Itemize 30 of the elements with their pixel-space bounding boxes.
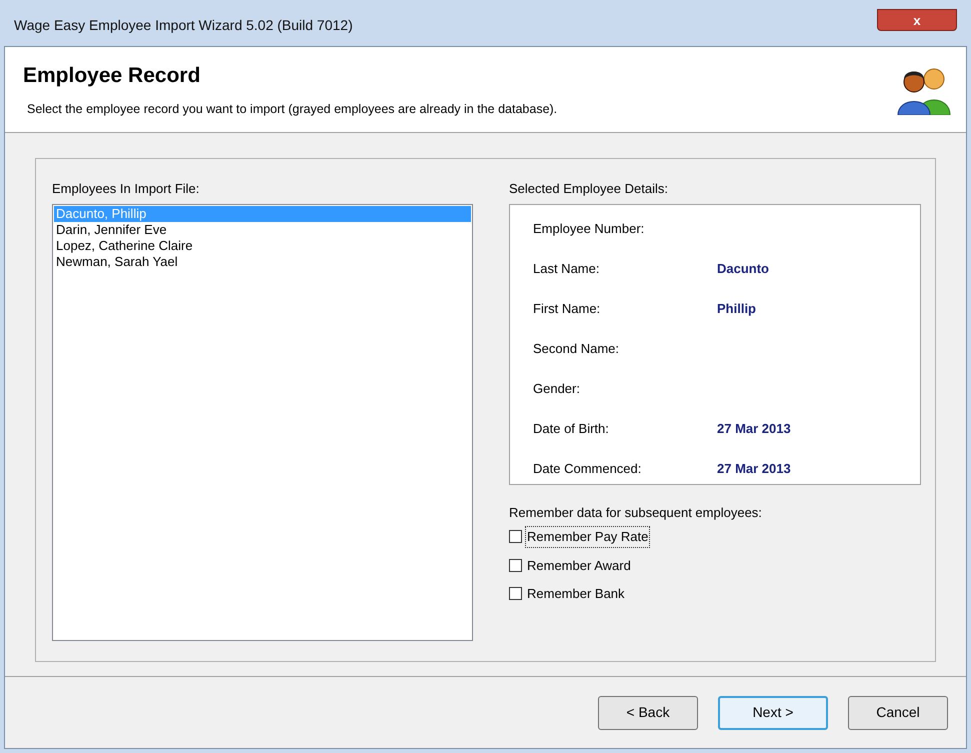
- field-label: Date of Birth:: [533, 420, 610, 438]
- page-title: Employee Record: [23, 63, 202, 90]
- field-label: Employee Number:: [533, 220, 646, 238]
- checkbox[interactable]: [509, 587, 522, 600]
- dialog-button[interactable]: < Back: [598, 696, 698, 730]
- field-value: Dacunto: [717, 260, 769, 278]
- field-value: 27 Mar 2013: [717, 460, 791, 478]
- field-label: Last Name:: [533, 260, 600, 278]
- checkbox[interactable]: [509, 558, 522, 572]
- window-title: Wage Easy Employee Import Wizard 5.02 (Build 7012): [14, 16, 353, 35]
- close-button[interactable]: x: [877, 9, 957, 31]
- field-value: 27 Mar 2013: [717, 420, 791, 438]
- checkbox[interactable]: [509, 530, 522, 544]
- employee-item[interactable]: Darin, Jennifer Eve: [54, 222, 471, 238]
- checkbox-label: Remember Pay Rate: [525, 526, 650, 548]
- field-label: Date Commenced:: [533, 460, 642, 478]
- page-subtitle: Select the employee record you want to import (grayed employees are already in the database).: [26, 100, 558, 118]
- employee-item[interactable]: Lopez, Catherine Claire: [54, 238, 471, 254]
- field-label: Gender:: [533, 380, 581, 398]
- checkbox-label: Remember Bank: [526, 585, 626, 603]
- checkbox-label: Remember Award: [526, 556, 632, 574]
- list-label: Employees In Import File:: [52, 180, 200, 198]
- field-label: First Name:: [533, 300, 602, 318]
- dialog-button[interactable]: Next >: [718, 696, 828, 730]
- dialog-button[interactable]: Cancel: [848, 696, 948, 730]
- employee-item[interactable]: Newman, Sarah Yael: [54, 254, 471, 270]
- details-label: Selected Employee Details:: [509, 180, 669, 198]
- remember-label: Remember data for subsequent employees:: [509, 504, 763, 522]
- field-value: Phillip: [717, 300, 756, 318]
- field-label: Second Name:: [533, 340, 620, 358]
